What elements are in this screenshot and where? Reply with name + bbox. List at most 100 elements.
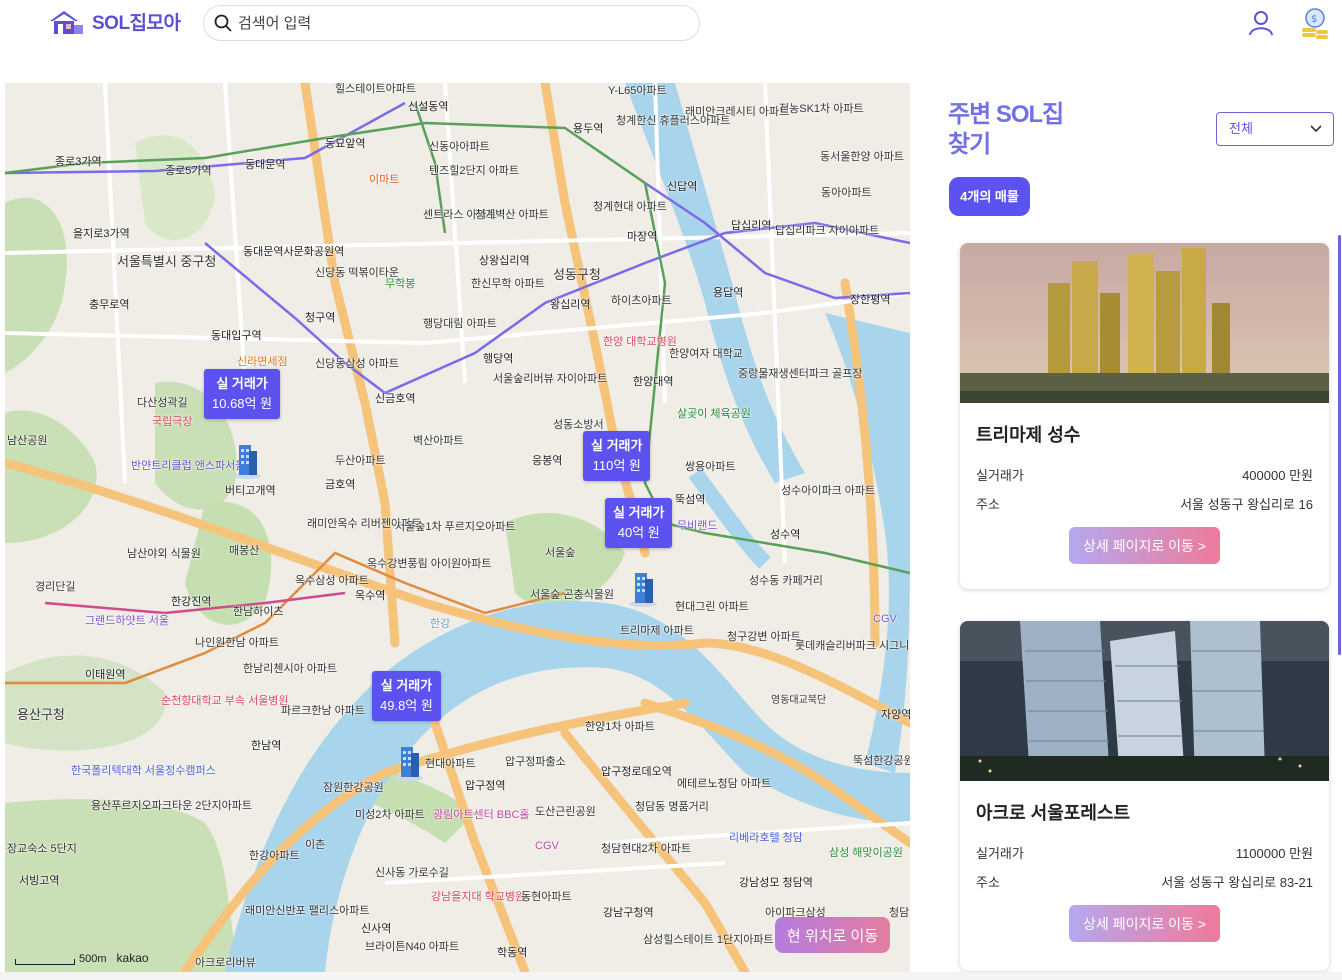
map-label: 강남구청역: [603, 907, 654, 919]
scale-bar: [15, 959, 75, 965]
map-label: 현대그린 아파트: [675, 601, 749, 613]
search-bar[interactable]: [203, 5, 700, 41]
map-label: 한양대역: [633, 376, 674, 388]
building-icon[interactable]: [393, 743, 425, 781]
map-label: 신라면세점: [237, 356, 288, 368]
coin-stack-icon[interactable]: $: [1297, 6, 1331, 40]
price-marker[interactable]: 실 거래가 49.8억 원: [372, 671, 441, 721]
map-label: 성동소방서: [553, 419, 604, 431]
map-label: 신동아아파트: [429, 141, 490, 153]
map-label: 성수동 카페거리: [749, 575, 823, 587]
price-marker[interactable]: 실 거래가 110억 원: [583, 431, 651, 481]
map-label: 강남성모 청담역: [739, 877, 813, 889]
map-label: 중랑물재생센터파크 골프장: [738, 368, 863, 380]
map-attribution: kakao: [116, 951, 149, 965]
building-icon[interactable]: [627, 569, 659, 607]
search-input[interactable]: [236, 13, 660, 33]
logo-text: SOL집모아: [92, 13, 181, 34]
map-label: 행당대림 아파트: [423, 318, 497, 330]
map-label: 남산야외 식물원: [127, 548, 201, 560]
map-label: 옥수강변풍림 아이원아파트: [367, 558, 492, 570]
map-label: 동현아파트: [521, 891, 572, 903]
map-label: 답십리파크 자이아파트: [775, 225, 880, 237]
map-label: 한양1차 아파트: [585, 721, 655, 733]
map-label: CGV: [535, 840, 559, 852]
svg-text:$: $: [1311, 14, 1317, 25]
map-view[interactable]: 힐스테이트아파트 신설동역 Y-L65아파트 전농SK1차 아파트 청계한신 휴…: [5, 83, 910, 972]
map-label: 순천향대학교 부속 서울병원: [161, 695, 289, 707]
price-label: 실거래가: [976, 846, 1024, 861]
map-label: 한강진역: [171, 596, 212, 608]
map-label: 반얀트리클럽 앤스파서울: [131, 460, 246, 472]
map-label: 텐즈힐2단지 아파트: [429, 165, 520, 177]
map-label: 종로5가역: [165, 165, 212, 177]
price-marker[interactable]: 실 거래가 10.68억 원: [204, 369, 281, 419]
top-header: SOL집모아 $: [0, 0, 1342, 50]
map-label: 삼성 해맞이공원: [829, 847, 903, 859]
house-logo-icon: [50, 10, 83, 34]
listing-card[interactable]: 트리마제 성수 실거래가 400000 만원 주소 서울 성동구 왕십리로 16…: [960, 243, 1329, 589]
map-label: 충무로역: [89, 299, 130, 311]
detail-page-button[interactable]: 상세 페이지로 이동 >: [1069, 527, 1220, 564]
listing-panel: 주변 SOL집 찾기 전체 4개의 매물 트리마제 성수 실거래가 400000…: [948, 95, 1342, 980]
map-label: 살곶이 체육공원: [677, 408, 751, 420]
map-label: 다산성곽길: [137, 397, 188, 409]
address-value: 서울 성동구 왕십리로 83-21: [1161, 875, 1313, 890]
map-label: 그랜드하얏트 서울: [85, 615, 170, 627]
map-label: 답십리역: [731, 220, 772, 232]
marker-label: 실 거래가: [613, 505, 665, 520]
map-label: 무비랜드: [677, 520, 718, 532]
map-label: 청담동 명품거리: [635, 801, 709, 813]
map-label: 왕십리역: [550, 299, 591, 311]
map-label: 압구정역: [465, 780, 506, 792]
map-label: 강남을지대 학교병원: [431, 891, 526, 903]
panel-scrollbar[interactable]: [1338, 235, 1341, 655]
user-icon[interactable]: [1248, 10, 1274, 36]
address-label: 주소: [976, 875, 1000, 890]
address-label: 주소: [976, 497, 1000, 512]
map-label: 용답역: [713, 287, 744, 299]
map-label: 용산구청: [17, 707, 65, 722]
map-label: 두산아파트: [335, 455, 386, 467]
listing-card[interactable]: 아크로 서울포레스트 실거래가 1100000 만원 주소 서울 성동구 왕십리…: [960, 621, 1329, 971]
price-marker[interactable]: 실 거래가 40억 원: [605, 498, 673, 548]
map-label: 리베라호텔 청담: [729, 832, 803, 844]
map-label: 한양여자 대학교: [669, 348, 743, 360]
map-label: 영동대교북단: [771, 695, 827, 706]
map-label: 학동역: [497, 947, 528, 959]
map-label: 래미안크레시티 아파트: [685, 106, 790, 118]
map-label: 장한평역: [850, 294, 891, 306]
marker-price: 10.68억 원: [212, 396, 273, 411]
detail-page-button[interactable]: 상세 페이지로 이동 >: [1069, 905, 1220, 942]
logo[interactable]: SOL집모아: [48, 8, 181, 35]
map-label: 한남리첸시아 아파트: [243, 663, 338, 675]
filter-select[interactable]: 전체: [1216, 112, 1334, 146]
building-icon[interactable]: [231, 441, 263, 479]
map-label: 이마트: [369, 174, 400, 186]
marker-label: 실 거래가: [216, 376, 268, 391]
map-label: 신설동역: [408, 101, 449, 113]
map-label: 종로3가역: [55, 156, 102, 168]
map-scale: 500m kakao: [15, 951, 149, 965]
map-label: 압구정파출소: [505, 756, 566, 768]
map-label: 신답역: [667, 181, 698, 193]
scale-label: 500m: [79, 953, 107, 965]
map-label: 롯데캐슬리버파크 시그니처아파트: [795, 640, 910, 652]
marker-label: 실 거래가: [380, 678, 433, 693]
map-label: 청계현대 아파트: [593, 201, 667, 213]
map-label: 잠원한강공원: [323, 782, 384, 794]
listing-price-row: 실거래가 1100000 만원: [976, 843, 1313, 862]
listing-name: 트리마제 성수: [976, 425, 1081, 445]
map-label: 광림아트센터 BBC홀: [433, 809, 530, 821]
map-label: 한국폴리텍대학 서울정수캠퍼스: [71, 765, 216, 777]
map-label: 이촌: [305, 839, 326, 851]
map-label: 한강아파트: [249, 850, 300, 862]
map-label: 청계벽산 아파트: [475, 209, 549, 221]
map-label: 도산근린공원: [535, 806, 596, 818]
current-location-button[interactable]: 현 위치로 이동: [775, 917, 890, 953]
listing-photo: [960, 243, 1329, 403]
map-label: 옥수역: [355, 590, 386, 602]
map-label: 힐스테이트아파트: [335, 83, 416, 95]
panel-title: 주변 SOL집 찾기: [948, 101, 1064, 158]
price-label: 실거래가: [976, 468, 1024, 483]
